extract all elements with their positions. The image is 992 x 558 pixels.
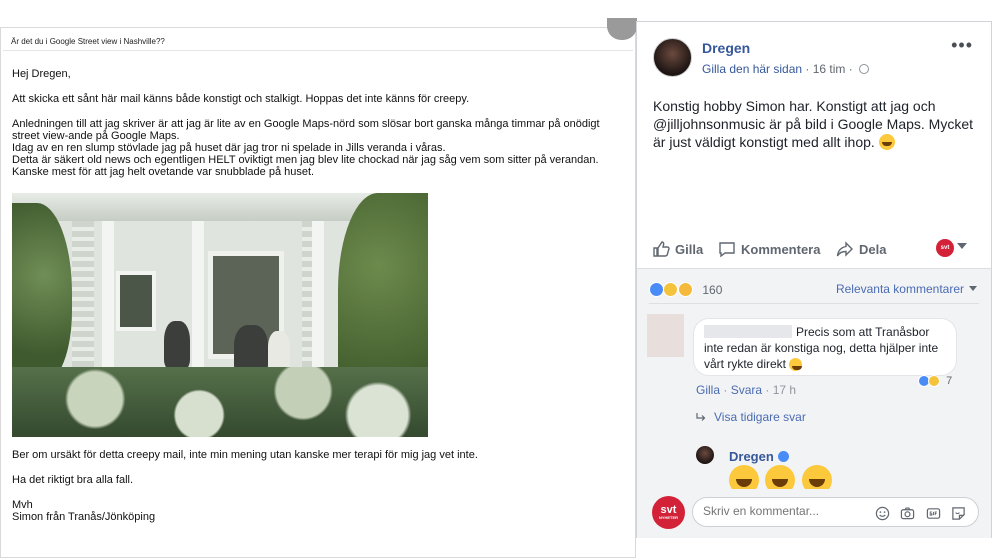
reactions-count: 160 <box>702 283 723 297</box>
reply-author-name: Dregen <box>729 449 774 464</box>
like-label: Gilla <box>675 242 704 257</box>
camera-icon[interactable] <box>900 506 915 521</box>
email-signoff: Mvh <box>12 499 33 511</box>
sender-avatar <box>607 18 637 40</box>
gif-icon[interactable] <box>926 506 941 521</box>
person <box>164 321 190 369</box>
email-para-line: Anledningen till att jag skriver är att … <box>12 118 600 130</box>
separator: · <box>723 383 728 397</box>
grinning-sweat-emoji-icon <box>765 465 796 489</box>
thumbs-up-icon <box>653 241 670 257</box>
email-panel: Är det du i Google Street view i Nashvil… <box>0 18 637 558</box>
chevron-down-icon[interactable] <box>957 243 967 249</box>
post-time[interactable]: 16 tim <box>813 62 846 76</box>
post-body: Konstig hobby Simon har. Konstigt att ja… <box>653 98 974 150</box>
reply-author[interactable]: Dregen <box>729 449 789 464</box>
reply-emojis <box>729 465 834 489</box>
comments-section: 160 Relevanta kommentarer Precis som att… <box>637 268 991 538</box>
comment-like-link[interactable]: Gilla <box>696 383 720 397</box>
separator: · <box>765 383 770 397</box>
haha-reaction-icon <box>928 375 941 387</box>
author-name[interactable]: Dregen <box>702 40 750 56</box>
street-view-photo <box>12 193 428 437</box>
svt-page-avatar[interactable]: svt <box>936 239 954 257</box>
haha-reaction-icon <box>663 282 679 297</box>
verified-badge-icon <box>777 451 789 462</box>
commenter-name-redacted[interactable] <box>704 325 792 338</box>
emoji-icon[interactable] <box>875 506 890 521</box>
comment-body: Precis som att Tranåsbor inte redan är k… <box>704 324 946 372</box>
comment-input-icons <box>869 505 966 523</box>
reply-author-avatar[interactable] <box>696 446 714 464</box>
comment-actions: Gilla · Svara · 17 h <box>696 383 796 397</box>
window <box>116 271 156 331</box>
comment-reply-link[interactable]: Svara <box>731 383 762 397</box>
grinning-sweat-emoji-icon <box>729 465 759 489</box>
email-apology: Ber om ursäkt för detta creepy mail, int… <box>12 449 478 461</box>
person <box>268 331 290 371</box>
sticker-icon[interactable] <box>951 506 966 521</box>
email-divider <box>3 50 633 51</box>
share-label: Dela <box>859 242 887 257</box>
like-reaction-icon <box>649 282 664 297</box>
facebook-post: Dregen Gilla den här sidan · 16 tim · ••… <box>636 21 992 538</box>
comment-reaction-count: 7 <box>946 375 953 387</box>
divider <box>649 303 979 304</box>
comment-button[interactable]: Kommentera <box>718 240 820 258</box>
email-greeting: Hej Dregen, <box>12 68 71 80</box>
email-subject: Är det du i Google Street view i Nashvil… <box>11 37 165 46</box>
comment-reactions[interactable]: 7 <box>918 375 952 387</box>
post-actions: Gilla Kommentera Dela svt <box>637 234 991 264</box>
like-button[interactable]: Gilla <box>652 240 703 258</box>
commenter-avatar[interactable] <box>647 314 684 357</box>
share-arrow-icon <box>836 241 853 257</box>
rolling-laughing-emoji-icon <box>801 465 832 489</box>
wow-reaction-icon <box>677 282 693 297</box>
author-avatar[interactable] <box>653 38 692 77</box>
comment-input[interactable] <box>692 497 979 527</box>
flower-bushes <box>12 367 428 437</box>
post-text: Konstig hobby Simon har. Konstigt att ja… <box>653 97 983 151</box>
reply-arrow-icon <box>696 413 706 421</box>
svt-logo-subtext: NYHETER <box>658 515 679 520</box>
siding <box>72 221 94 371</box>
like-page-link[interactable]: Gilla den här sidan <box>702 62 802 76</box>
comment-bubble: Precis som att Tranåsbor inte redan är k… <box>693 318 957 376</box>
meta-separator: · <box>805 62 810 76</box>
reactions-summary[interactable]: 160 <box>649 281 722 299</box>
email-line-1: Att skicka ett sånt här mail känns både … <box>12 93 470 105</box>
comment-label: Kommentera <box>741 242 821 257</box>
email-para-line: Detta är säkert old news och egentligen … <box>12 154 599 166</box>
globe-icon <box>859 64 870 74</box>
comment-time[interactable]: 17 h <box>773 383 796 397</box>
meta-separator: · <box>848 62 853 76</box>
email-signature: Simon från Tranås/Jönköping <box>12 511 156 523</box>
show-previous-replies[interactable]: Visa tidigare svar <box>696 410 806 424</box>
email-para-line: street view-ande på Google Maps. <box>12 130 180 142</box>
email-para-line: Kanske mest för att jag helt ovetande va… <box>12 166 315 178</box>
share-button[interactable]: Dela <box>836 240 886 258</box>
svt-logo: svt NYHETER <box>652 496 685 529</box>
grinning-sweat-emoji-icon <box>878 134 895 150</box>
more-options-icon[interactable]: ••• <box>951 35 973 56</box>
comment-input-field[interactable] <box>703 504 873 518</box>
laughing-emoji-icon <box>789 358 803 371</box>
post-meta: Gilla den här sidan · 16 tim · <box>702 62 870 76</box>
comment-sort-dropdown[interactable]: Relevanta kommentarer <box>836 282 977 296</box>
speech-bubble-icon <box>719 242 735 258</box>
write-comment-area: svt NYHETER <box>637 492 991 538</box>
email-wish: Ha det riktigt bra alla fall. <box>12 474 134 486</box>
show-previous-label: Visa tidigare svar <box>714 410 806 424</box>
email-para-line: Idag av en ren slump stövlade jag på hus… <box>12 142 446 154</box>
